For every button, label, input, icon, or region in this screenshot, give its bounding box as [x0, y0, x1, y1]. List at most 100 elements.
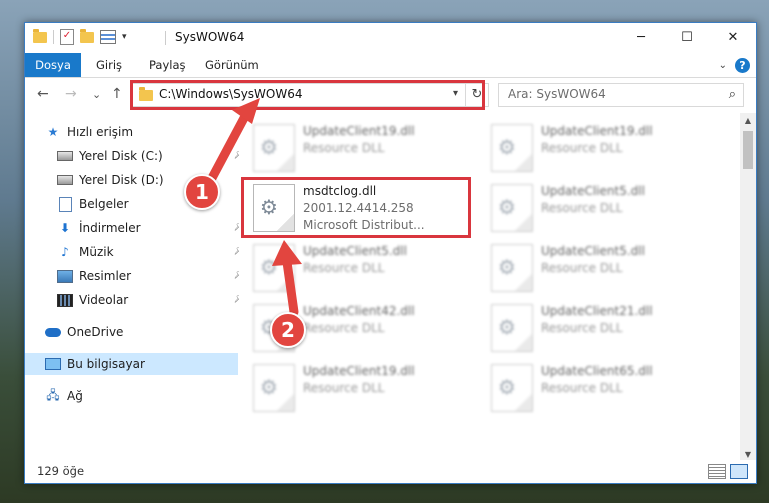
large-icons-view-icon[interactable]	[730, 464, 748, 479]
sidebar-item-label: Müzik	[79, 245, 114, 259]
sidebar-item-label: Yerel Disk (C:)	[79, 149, 163, 163]
file-item[interactable]: ⚙ UpdateClient19.dll Resource DLL	[485, 121, 713, 177]
minimize-button[interactable]: ─	[618, 23, 664, 53]
file-name: UpdateClient5.dll	[541, 244, 645, 258]
properties-check-icon[interactable]: ✓	[60, 29, 74, 45]
item-count: 129 öğe	[37, 464, 85, 478]
file-description: Resource DLL	[303, 321, 385, 335]
vertical-scrollbar[interactable]: ▲ ▼	[740, 113, 756, 463]
tab-share[interactable]: Paylaş	[149, 53, 186, 77]
file-item[interactable]: ⚙ UpdateClient5.dll Resource DLL	[485, 241, 713, 297]
up-button[interactable]: ↑	[111, 86, 123, 102]
dll-file-icon: ⚙	[491, 184, 533, 232]
customize-toolbar-dropdown-icon[interactable]: ▾	[122, 32, 127, 42]
sidebar-item-label: Yerel Disk (D:)	[79, 173, 164, 187]
sidebar-item-label: Ağ	[67, 389, 83, 403]
navigation-pane: ★ Hızlı erişim Yerel Disk (C:) 📌︎ Yerel …	[25, 113, 246, 463]
title-bar: ✓ ▾ SysWOW64 ─ ☐ ✕	[25, 23, 756, 53]
folder-icon[interactable]	[33, 28, 47, 43]
status-bar: 129 öğe	[25, 460, 756, 482]
step-two-callout: 2	[270, 312, 306, 348]
file-highlight	[241, 177, 471, 238]
sidebar-item-onedrive[interactable]: OneDrive	[25, 321, 238, 343]
expand-ribbon-chevron-icon[interactable]: ⌄	[719, 60, 727, 71]
sidebar-item-local-disk-c[interactable]: Yerel Disk (C:) 📌︎	[25, 145, 250, 167]
help-icon[interactable]: ?	[735, 58, 750, 73]
sidebar-item-videos[interactable]: Videolar 📌︎	[25, 289, 250, 311]
cloud-icon	[45, 325, 61, 339]
network-icon: 🖧︎	[46, 387, 60, 402]
recent-locations-button[interactable]: ⌄	[92, 88, 101, 101]
close-button[interactable]: ✕	[710, 23, 756, 53]
sidebar-item-music[interactable]: ♪ Müzik 📌︎	[25, 241, 250, 263]
details-view-icon[interactable]	[708, 464, 726, 479]
sidebar-item-label: Videolar	[79, 293, 129, 307]
file-description: Resource DLL	[541, 381, 623, 395]
dll-file-icon: ⚙	[491, 304, 533, 352]
dll-file-icon: ⚙	[253, 364, 295, 412]
properties-icon[interactable]	[100, 30, 116, 44]
tab-view[interactable]: Görünüm	[205, 53, 259, 77]
search-icon[interactable]: ⌕	[729, 87, 736, 102]
search-input[interactable]: Ara: SysWOW64	[508, 87, 606, 101]
title-divider	[165, 31, 166, 45]
file-description: Resource DLL	[541, 321, 623, 335]
file-name: UpdateClient21.dll	[541, 304, 653, 318]
step-one-callout: 1	[184, 174, 220, 210]
file-item[interactable]: ⚙ UpdateClient19.dll Resource DLL	[247, 121, 475, 177]
sidebar-item-label: OneDrive	[67, 325, 124, 339]
file-name: UpdateClient42.dll	[303, 304, 415, 318]
file-item[interactable]: ⚙ UpdateClient19.dll Resource DLL	[247, 361, 475, 417]
file-name: UpdateClient19.dll	[541, 124, 653, 138]
file-description: Resource DLL	[541, 261, 623, 275]
sidebar-item-network[interactable]: 🖧︎ Ağ	[25, 385, 238, 407]
file-item[interactable]: ⚙ UpdateClient5.dll Resource DLL	[485, 181, 713, 237]
forward-button[interactable]: →	[65, 86, 77, 102]
toolbar-divider	[53, 30, 54, 44]
computer-icon	[45, 357, 61, 371]
quick-access-toolbar: ✓ ▾	[33, 28, 127, 45]
sidebar-item-label: Bu bilgisayar	[67, 357, 145, 371]
documents-icon	[57, 196, 73, 212]
window-title: SysWOW64	[175, 30, 245, 44]
address-bar-highlight	[130, 80, 485, 110]
file-description: Resource DLL	[303, 381, 385, 395]
ribbon-controls: ⌄ ?	[719, 58, 750, 73]
sidebar-item-pictures[interactable]: Resimler 📌︎	[25, 265, 250, 287]
maximize-button[interactable]: ☐	[664, 23, 710, 53]
back-button[interactable]: ←	[37, 86, 49, 102]
file-description: Resource DLL	[303, 261, 385, 275]
new-folder-icon[interactable]	[80, 28, 94, 43]
file-name: UpdateClient5.dll	[541, 184, 645, 198]
sidebar-item-label: Hızlı erişim	[67, 125, 134, 139]
pictures-icon	[57, 269, 73, 283]
file-description: Resource DLL	[541, 201, 623, 215]
file-item[interactable]: ⚙ UpdateClient5.dll Resource DLL	[247, 241, 475, 297]
tab-home[interactable]: Giriş	[96, 53, 122, 77]
sidebar-item-label: Belgeler	[79, 197, 129, 211]
sidebar-item-label: Resimler	[79, 269, 132, 283]
scrollbar-thumb[interactable]	[743, 131, 753, 169]
file-name: UpdateClient19.dll	[303, 364, 415, 378]
sidebar-item-this-pc[interactable]: Bu bilgisayar	[25, 353, 238, 375]
file-description: Resource DLL	[303, 141, 385, 155]
file-name: UpdateClient5.dll	[303, 244, 407, 258]
scroll-up-icon[interactable]: ▲	[740, 113, 756, 129]
dll-file-icon: ⚙	[491, 124, 533, 172]
ribbon-tabs: Dosya Giriş Paylaş Görünüm ⌄ ?	[25, 53, 756, 78]
dll-file-icon: ⚙	[491, 244, 533, 292]
file-item[interactable]: ⚙ UpdateClient65.dll Resource DLL	[485, 361, 713, 417]
file-item[interactable]: ⚙ UpdateClient21.dll Resource DLL	[485, 301, 713, 357]
tab-file[interactable]: Dosya	[25, 53, 81, 77]
music-icon: ♪	[61, 245, 69, 259]
drive-icon	[57, 173, 73, 187]
sidebar-item-downloads[interactable]: ⬇ İndirmeler 📌︎	[25, 217, 250, 239]
dll-file-icon: ⚙	[491, 364, 533, 412]
search-box[interactable]: Ara: SysWOW64 ⌕	[498, 83, 744, 107]
sidebar-item-label: İndirmeler	[79, 221, 141, 235]
dll-file-icon: ⚙	[253, 124, 295, 172]
window-controls: ─ ☐ ✕	[618, 23, 756, 53]
star-icon: ★	[47, 125, 59, 139]
file-name: UpdateClient65.dll	[541, 364, 653, 378]
sidebar-item-quick-access[interactable]: ★ Hızlı erişim	[25, 121, 238, 143]
